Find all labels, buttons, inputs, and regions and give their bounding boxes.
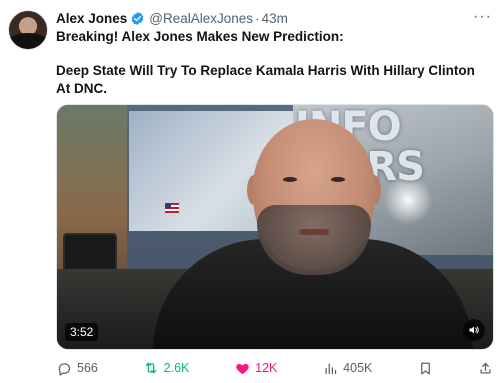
views-button[interactable]: 405K [322,360,372,376]
verified-badge-icon [130,11,145,26]
left-eye [283,177,297,182]
like-count: 12K [255,361,278,375]
post-header: Alex Jones @RealAlexJones · 43m [56,9,288,27]
bookmark-icon [417,360,433,376]
reply-icon [56,360,72,376]
mouth [299,229,329,235]
repost-button[interactable]: 2.6K [143,360,190,376]
more-options-icon[interactable]: ··· [473,8,492,26]
analytics-icon [322,360,338,376]
post-timestamp[interactable]: 43m [262,11,288,26]
video-player[interactable]: INFO WARS 3:52 [56,104,494,350]
avatar-shirt [9,33,47,49]
view-count: 405K [343,361,373,375]
action-bar: 566 2.6K 12K 405K [56,358,494,378]
author-display-name[interactable]: Alex Jones [56,11,127,26]
author-handle[interactable]: @RealAlexJones [149,11,253,26]
right-eye [331,177,345,182]
share-icon [478,360,494,376]
separator-dot: · [255,10,260,26]
video-duration: 3:52 [65,323,99,341]
speaker-icon[interactable] [463,319,485,341]
repost-count: 2.6K [163,361,190,375]
share-button[interactable] [478,360,494,376]
reply-count: 566 [77,361,98,375]
bookmark-button[interactable] [417,360,433,376]
heart-icon [234,360,250,376]
post-body-text: Deep State Will Try To Replace Kamala Ha… [56,63,475,96]
speaker-figure [153,105,473,349]
like-button[interactable]: 12K [234,360,277,376]
post-headline: Breaking! Alex Jones Makes New Predictio… [56,29,344,44]
reply-button[interactable]: 566 [56,360,98,376]
avatar[interactable] [8,10,48,50]
repost-icon [143,360,159,376]
